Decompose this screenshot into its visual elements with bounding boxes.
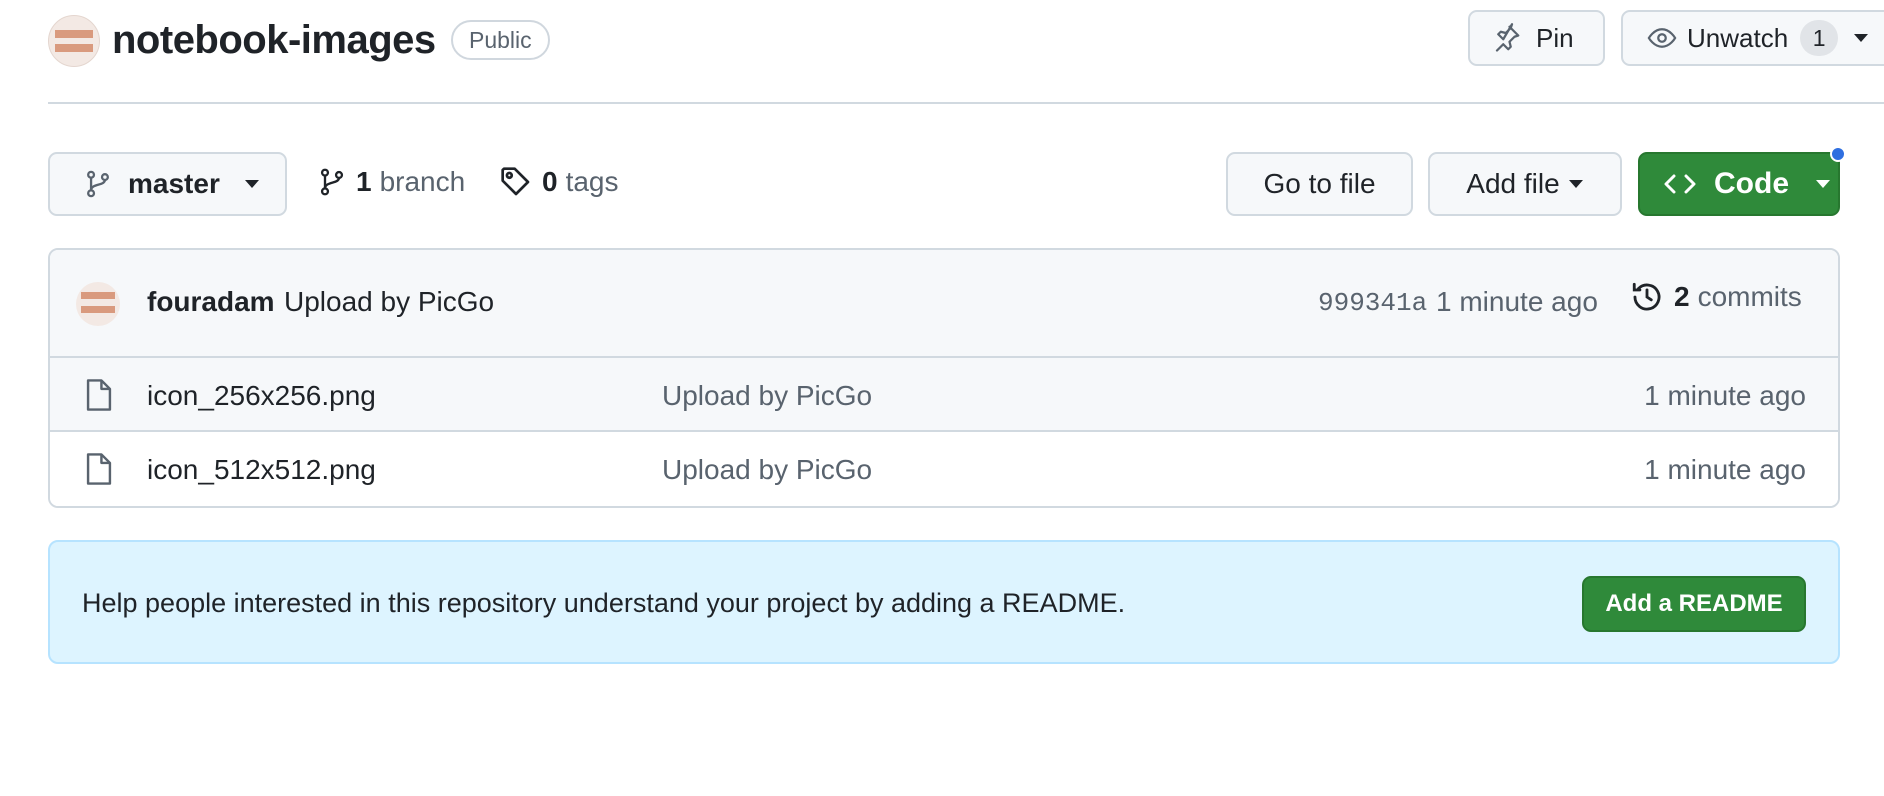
repo-name[interactable]: notebook-images (112, 18, 436, 63)
tags-link[interactable]: 0 tags (500, 166, 619, 198)
commit-sha[interactable]: 999341a (1318, 288, 1427, 318)
tag-icon (500, 166, 532, 198)
readme-banner: Help people interested in this repositor… (48, 540, 1840, 664)
file-row: icon_512x512.png Upload by PicGo 1 minut… (50, 432, 1838, 506)
eye-icon (1647, 23, 1677, 53)
unwatch-label: Unwatch (1687, 22, 1789, 53)
pin-button[interactable]: Pin (1468, 10, 1605, 66)
latest-commit-row: fouradam Upload by PicGo 999341a 1 minut… (50, 250, 1838, 358)
go-to-file-label: Go to file (1263, 168, 1376, 199)
pin-label: Pin (1536, 22, 1574, 53)
chevron-down-icon (244, 179, 260, 189)
author-avatar[interactable] (76, 282, 120, 326)
commit-message[interactable]: Upload by PicGo (284, 286, 494, 318)
code-icon (1664, 172, 1696, 196)
file-name[interactable]: icon_512x512.png (147, 454, 376, 486)
history-icon (1630, 280, 1664, 314)
file-row: icon_256x256.png Upload by PicGo 1 minut… (50, 358, 1838, 432)
tag-count: 0 (542, 166, 558, 197)
commits-link[interactable]: 2 commits (1630, 280, 1802, 314)
code-label: Code (1714, 167, 1789, 200)
branch-selector[interactable]: master (48, 152, 287, 216)
header-divider (48, 102, 1884, 104)
owner-avatar[interactable] (48, 15, 100, 67)
chevron-down-icon (1852, 32, 1870, 44)
file-commit-message[interactable]: Upload by PicGo (662, 380, 872, 412)
commits-label: commits (1697, 281, 1802, 312)
file-time: 1 minute ago (1644, 454, 1806, 485)
file-commit-message[interactable]: Upload by PicGo (662, 454, 872, 486)
watch-count: 1 (1800, 20, 1839, 56)
branch-count: 1 (356, 166, 372, 197)
add-readme-button[interactable]: Add a README (1582, 576, 1806, 632)
commit-time: 1 minute ago (1436, 286, 1598, 317)
git-branch-icon (318, 166, 346, 198)
file-icon (84, 378, 114, 412)
readme-banner-text: Help people interested in this repositor… (82, 588, 1126, 618)
file-list: fouradam Upload by PicGo 999341a 1 minut… (48, 248, 1840, 508)
visibility-badge: Public (451, 20, 550, 60)
go-to-file-button[interactable]: Go to file (1226, 152, 1413, 216)
branch-label: branch (379, 166, 466, 197)
commit-count: 2 (1674, 281, 1690, 312)
tag-label: tags (565, 166, 619, 197)
notification-dot (1830, 146, 1846, 162)
repo-header: notebook-images Public (48, 10, 1884, 82)
file-name[interactable]: icon_256x256.png (147, 380, 376, 412)
chevron-down-icon (1815, 179, 1831, 189)
commit-author[interactable]: fouradam (147, 286, 275, 318)
branches-link[interactable]: 1 branch (318, 166, 465, 198)
chevron-down-icon (1568, 179, 1584, 189)
pin-icon (1492, 23, 1522, 53)
file-time: 1 minute ago (1644, 380, 1806, 411)
unwatch-button[interactable]: Unwatch 1 (1621, 10, 1884, 66)
add-file-button[interactable]: Add file (1428, 152, 1622, 216)
add-file-label: Add file (1466, 168, 1560, 199)
branch-name: master (128, 168, 220, 199)
file-icon (84, 452, 114, 486)
code-button[interactable]: Code (1638, 152, 1840, 216)
git-branch-icon (84, 169, 112, 199)
